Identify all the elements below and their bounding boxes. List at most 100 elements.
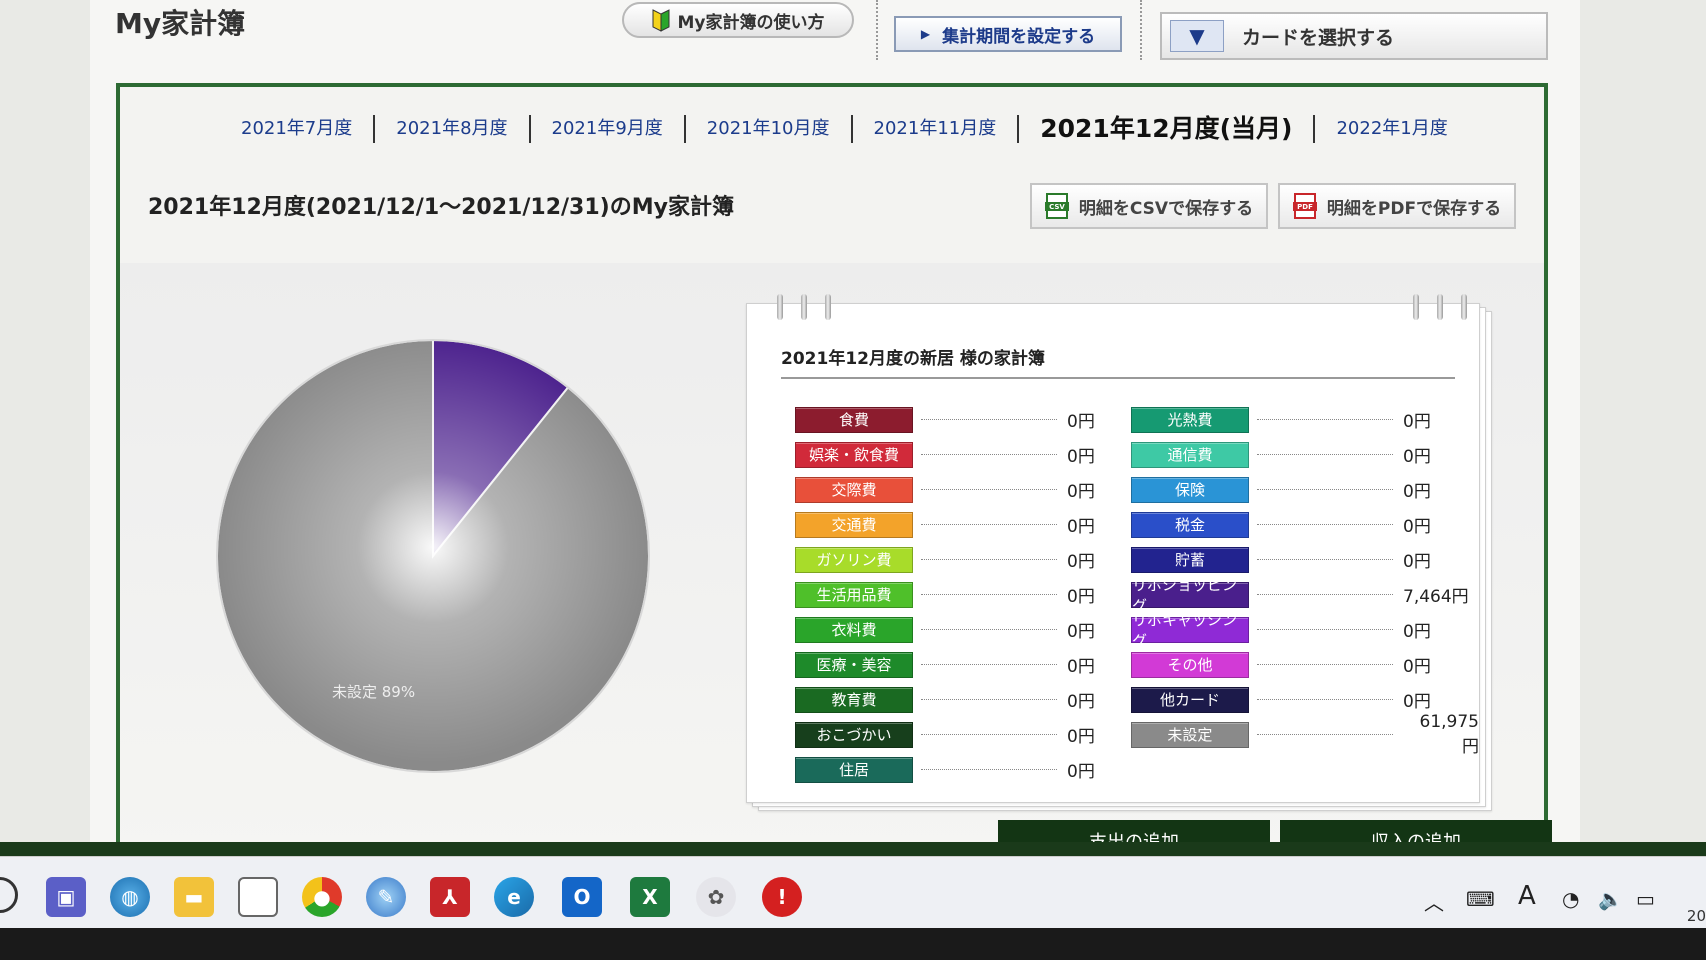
category-label: おこづかい: [795, 721, 913, 748]
leader-line: [921, 594, 1057, 595]
window-app-icon[interactable]: [238, 877, 278, 917]
category-amount: 0円: [1067, 622, 1095, 642]
category-label: 住居: [795, 756, 913, 783]
tab-2021-09[interactable]: 2021年9月度: [531, 115, 686, 143]
beginner-mark-icon: [652, 9, 669, 32]
binder-ring: [1437, 294, 1443, 320]
excel-icon[interactable]: X: [630, 877, 670, 917]
category-label: 衣料費: [795, 616, 913, 643]
save-csv-button[interactable]: CSV 明細をCSVで保存する: [1030, 183, 1268, 229]
category-label: 税金: [1131, 511, 1249, 538]
teams-chat-icon[interactable]: ▣: [46, 877, 86, 917]
volume-icon[interactable]: 🔈: [1598, 887, 1623, 911]
page-title: My家計簿: [115, 7, 246, 40]
category-amount: 0円: [1067, 692, 1095, 712]
file-explorer-icon[interactable]: ▬: [174, 877, 214, 917]
wifi-icon[interactable]: ◔: [1562, 887, 1579, 911]
month-tabs: 2021年7月度 2021年8月度 2021年9月度 2021年10月度 202…: [220, 115, 1469, 143]
ime-indicator[interactable]: A: [1518, 881, 1536, 911]
tab-2021-10[interactable]: 2021年10月度: [686, 115, 853, 143]
category-row: その他 0円: [1131, 647, 1479, 682]
leader-line: [1257, 629, 1393, 630]
browser-globe-icon[interactable]: ◍: [110, 877, 150, 917]
paint-icon[interactable]: ✎: [366, 877, 406, 917]
category-amount: 61,975円: [1419, 712, 1479, 757]
binder-ring: [801, 294, 807, 320]
category-amount: 0円: [1067, 762, 1095, 782]
set-period-label: 集計期間を設定する: [942, 26, 1096, 47]
leader-line: [1257, 594, 1393, 595]
leader-line: [1257, 419, 1393, 420]
chevron-up-icon[interactable]: ︿: [1424, 887, 1444, 916]
help-button[interactable]: My家計簿の使い方: [622, 2, 854, 38]
kakeibo-panel: 2021年7月度 2021年8月度 2021年9月度 2021年10月度 202…: [116, 83, 1548, 857]
category-row: 生活用品費 0円: [795, 577, 1095, 612]
screen-bezel: [0, 928, 1706, 960]
category-label: 光熱費: [1131, 406, 1249, 433]
category-amount: 0円: [1067, 587, 1095, 607]
tab-2021-12-current[interactable]: 2021年12月度(当月): [1019, 115, 1316, 143]
notebook-title: 2021年12月度の新居 様の家計簿: [781, 344, 1455, 379]
category-label: 医療・美容: [795, 651, 913, 678]
range-title: 2021年12月度(2021/12/1～2021/12/31)のMy家計簿: [148, 195, 734, 220]
category-row: 保険 0円: [1131, 472, 1479, 507]
tab-2021-11[interactable]: 2021年11月度: [853, 115, 1020, 143]
divider: [1140, 0, 1142, 60]
category-amount: 0円: [1403, 692, 1431, 712]
leader-line: [921, 489, 1057, 490]
leader-line: [1256, 734, 1393, 735]
snipping-app-icon[interactable]: ✿: [696, 877, 736, 917]
leader-line: [921, 524, 1057, 525]
category-amount: 0円: [1067, 482, 1095, 502]
chrome-icon[interactable]: ●: [302, 877, 342, 917]
leader-line: [921, 664, 1057, 665]
set-period-button[interactable]: ▶ 集計期間を設定する: [894, 16, 1122, 52]
category-label: ガソリン費: [795, 546, 913, 573]
category-amount: 0円: [1403, 412, 1431, 432]
divider: [876, 0, 878, 60]
category-row: おこづかい 0円: [795, 717, 1095, 752]
csv-icon-text: CSV: [1049, 203, 1065, 211]
leader-line: [921, 419, 1057, 420]
leader-line: [921, 699, 1057, 700]
csv-file-icon: CSV: [1044, 193, 1069, 219]
category-amount: 0円: [1403, 657, 1431, 677]
help-button-label: My家計簿の使い方: [677, 12, 825, 33]
category-row: 交際費 0円: [795, 472, 1095, 507]
power-app-icon[interactable]: !: [762, 877, 802, 917]
leader-line: [1257, 559, 1393, 560]
pie-highlight: [217, 340, 649, 772]
category-row: 未設定 61,975円: [1131, 712, 1479, 757]
category-amount: 0円: [1403, 482, 1431, 502]
card-select-dropdown[interactable]: ▼ カードを選択する: [1160, 12, 1548, 60]
clock[interactable]: 20: [1687, 907, 1706, 925]
battery-icon[interactable]: ▭: [1636, 887, 1655, 911]
category-amount: 0円: [1067, 447, 1095, 467]
search-icon[interactable]: [0, 877, 18, 913]
binder-ring: [777, 294, 783, 320]
category-list-right: 光熱費 0円 通信費 0円 保険 0円 税金 0円 貯蓄 0円 リボショッピング 7,464円 リボキャ…: [1131, 402, 1479, 757]
category-row: 貯蓄 0円: [1131, 542, 1479, 577]
leader-line: [921, 454, 1057, 455]
category-amount: 0円: [1403, 552, 1431, 572]
tab-2021-08[interactable]: 2021年8月度: [375, 115, 531, 143]
save-csv-label: 明細をCSVで保存する: [1078, 198, 1254, 219]
category-row: ガソリン費 0円: [795, 542, 1095, 577]
edge-icon[interactable]: e: [494, 877, 534, 917]
acrobat-icon[interactable]: ⅄: [430, 877, 470, 917]
content-area: 未設定 89% 2021年12月度の新居 様の家計簿 食費 0円 娯楽・飲食費 0円交…: [120, 263, 1544, 857]
leader-line: [921, 629, 1057, 630]
category-amount: 0円: [1403, 517, 1431, 537]
footer-bar: [0, 842, 1706, 856]
category-amount: 0円: [1067, 412, 1095, 432]
tab-2022-01[interactable]: 2022年1月度: [1315, 115, 1468, 143]
save-pdf-button[interactable]: PDF 明細をPDFで保存する: [1278, 183, 1516, 229]
outlook-icon[interactable]: O: [562, 877, 602, 917]
category-amount: 0円: [1067, 517, 1095, 537]
category-label: 娯楽・飲食費: [795, 441, 913, 468]
chevron-down-icon: ▼: [1170, 20, 1224, 52]
keyboard-icon[interactable]: ⌨: [1466, 887, 1495, 911]
tab-2021-07[interactable]: 2021年7月度: [220, 115, 376, 143]
category-label: リボショッピング: [1131, 576, 1249, 615]
leader-line: [1257, 524, 1393, 525]
